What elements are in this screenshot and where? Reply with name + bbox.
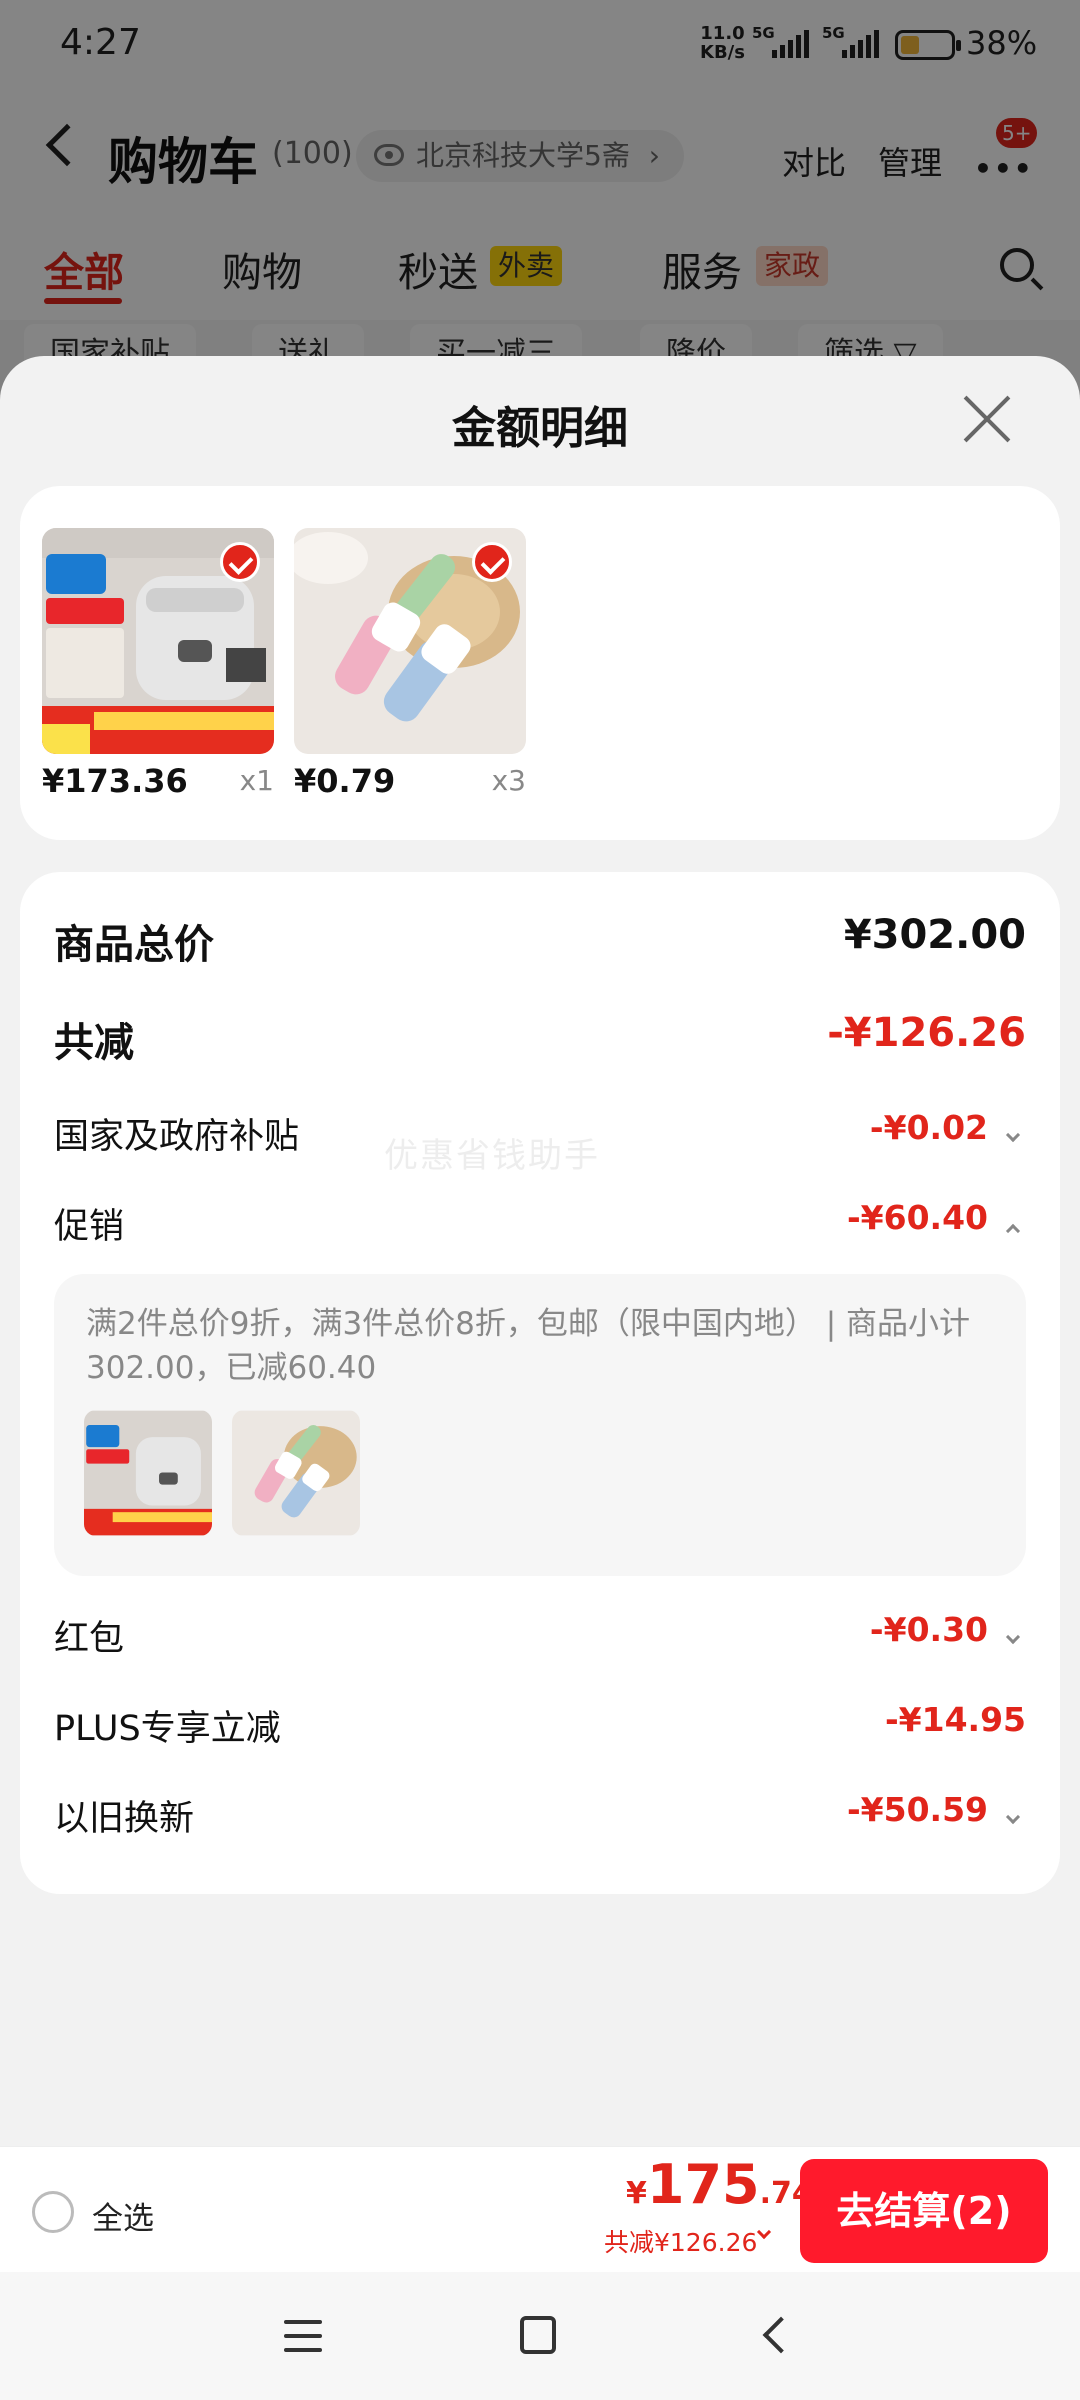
item-price: ¥173.36: [42, 762, 188, 800]
item-price: ¥0.79: [294, 762, 396, 800]
select-all-radio[interactable]: [32, 2191, 74, 2233]
select-all-label[interactable]: 全选: [92, 2193, 154, 2238]
red-packet-label: 红包: [54, 1619, 125, 1659]
plus-discount-label: PLUS专享立减: [54, 1709, 281, 1749]
subsidy-label: 国家及政府补贴: [54, 1117, 300, 1157]
promotion-description: 满2件总价9折，满3件总价8折，包邮（限中国内地） | 商品小计302.00，已…: [86, 1306, 971, 1386]
row-total-price: 商品总价 ¥302.00: [54, 912, 1026, 972]
promo-rice-cooker-thumbnail[interactable]: [84, 1410, 212, 1536]
recent-apps-icon[interactable]: [284, 2320, 322, 2352]
watermark-text: 优惠省钱助手: [384, 1136, 600, 1176]
trade-in-value: -¥50.59: [846, 1790, 988, 1829]
chevron-down-icon[interactable]: [1005, 1809, 1021, 1825]
total-reduction-value: -¥126.26: [827, 1010, 1026, 1056]
total-saved-text[interactable]: 共减¥126.26: [604, 2223, 757, 2259]
row-total-reduction: 共减 -¥126.26: [54, 1010, 1026, 1070]
checked-checkbox-icon[interactable]: [220, 542, 260, 582]
row-plus-discount: PLUS专享立减 -¥14.95: [54, 1700, 1026, 1760]
cart-item-shoe-brush[interactable]: ¥0.79 x3: [294, 528, 526, 800]
plus-discount-value: -¥14.95: [884, 1700, 1026, 1739]
row-promotion[interactable]: 促销 -¥60.40: [54, 1198, 1026, 1258]
checked-checkbox-icon[interactable]: [472, 542, 512, 582]
total-payable: ¥175.74: [626, 2153, 813, 2216]
chevron-down-icon[interactable]: [756, 2224, 772, 2240]
checkout-button[interactable]: 去结算(2): [800, 2159, 1048, 2263]
checkout-bar: 全选 ¥175.74 共减¥126.26 去结算(2): [0, 2146, 1080, 2272]
sheet-title: 金额明细: [452, 403, 628, 454]
total-reduction-label: 共减: [54, 1020, 134, 1066]
total-price-value: ¥302.00: [843, 912, 1026, 958]
trade-in-label: 以旧换新: [54, 1799, 195, 1839]
system-nav-bar: [0, 2272, 1080, 2400]
chevron-up-icon[interactable]: [1005, 1223, 1021, 1239]
system-back-icon[interactable]: [762, 2316, 800, 2354]
subsidy-value: -¥0.02: [869, 1108, 988, 1147]
item-quantity: x3: [491, 764, 526, 797]
promotion-label: 促销: [54, 1207, 125, 1247]
row-red-packet[interactable]: 红包 -¥0.30: [54, 1610, 1026, 1670]
cart-item-rice-cooker[interactable]: ¥173.36 x1: [42, 528, 274, 800]
amount-detail-sheet: 金额明细 ¥173.36 x1 ¥0.79 x3 商品总价 ¥302.00 共减…: [0, 356, 1080, 2146]
chevron-down-icon[interactable]: [1005, 1127, 1021, 1143]
chevron-down-icon[interactable]: [1005, 1629, 1021, 1645]
red-packet-value: -¥0.30: [869, 1610, 988, 1649]
promotion-value: -¥60.40: [846, 1198, 988, 1237]
promotion-detail-box: 满2件总价9折，满3件总价8折，包邮（限中国内地） | 商品小计302.00，已…: [54, 1274, 1026, 1576]
row-trade-in[interactable]: 以旧换新 -¥50.59: [54, 1790, 1026, 1850]
total-price-label: 商品总价: [54, 922, 214, 968]
item-quantity: x1: [239, 764, 274, 797]
selected-items-card: ¥173.36 x1 ¥0.79 x3: [20, 486, 1060, 840]
close-icon[interactable]: [960, 392, 1014, 446]
home-icon[interactable]: [520, 2316, 556, 2354]
promo-shoe-brush-thumbnail[interactable]: [232, 1410, 360, 1536]
price-breakdown-card: 商品总价 ¥302.00 共减 -¥126.26 国家及政府补贴 -¥0.02 …: [20, 872, 1060, 1894]
